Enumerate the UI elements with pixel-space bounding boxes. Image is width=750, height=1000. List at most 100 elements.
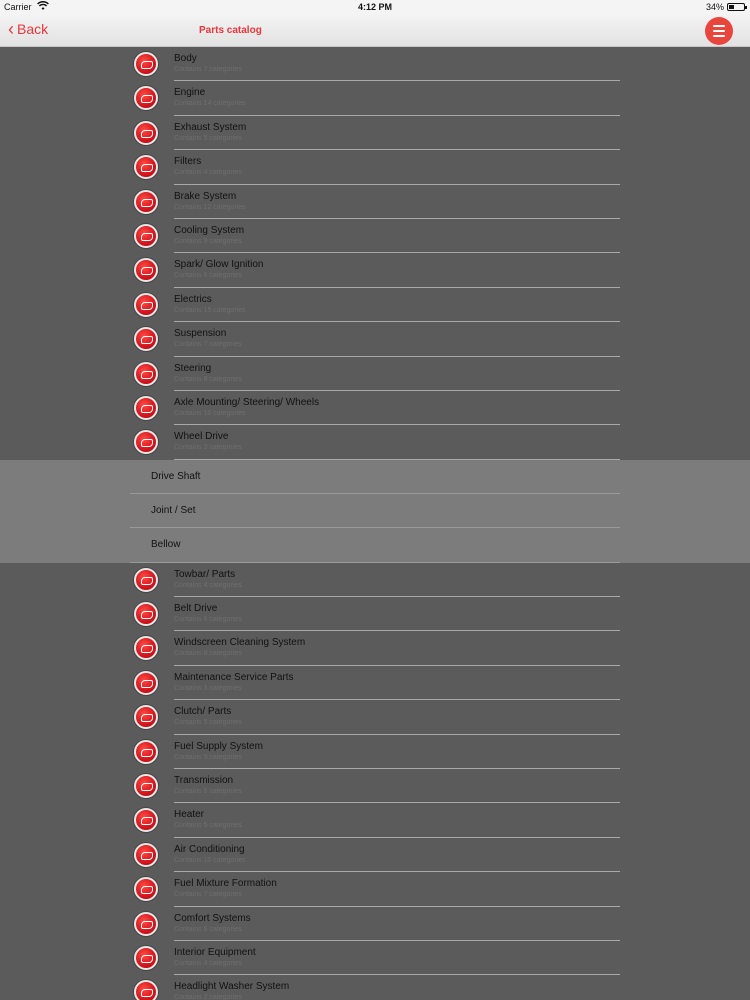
category-title: Windscreen Cleaning System bbox=[174, 637, 306, 649]
category-icon bbox=[134, 877, 158, 902]
category-icon bbox=[134, 430, 158, 455]
category-icon bbox=[134, 189, 158, 214]
category-icon bbox=[134, 223, 158, 248]
category-subtitle: Contains 7 categories bbox=[174, 341, 242, 349]
category-icon bbox=[134, 705, 158, 730]
category-icon bbox=[134, 774, 158, 799]
category-title: Clutch/ Parts bbox=[174, 706, 232, 718]
category-subtitle: Contains 6 categories bbox=[174, 788, 242, 796]
category-subtitle: Contains 3 categories bbox=[174, 444, 242, 452]
category-title: Maintenance Service Parts bbox=[174, 671, 294, 683]
category-title: Suspension bbox=[174, 328, 227, 340]
category-subtitle: Contains 8 categories bbox=[174, 375, 242, 383]
category-row[interactable]: Electrics Contains 15 categories bbox=[0, 288, 750, 323]
category-row[interactable]: Axle Mounting/ Steering/ Wheels Contains … bbox=[0, 391, 750, 426]
category-row[interactable]: Belt Drive Contains 6 categories bbox=[0, 597, 750, 632]
page-title: Parts catalog bbox=[199, 25, 262, 36]
category-row[interactable]: Air Conditioning Contains 10 categories bbox=[0, 838, 750, 873]
category-row[interactable]: Windscreen Cleaning System Contains 8 cat… bbox=[0, 631, 750, 666]
category-subtitle: Contains 9 categories bbox=[174, 237, 242, 245]
category-subtitle: Contains 6 categories bbox=[174, 272, 242, 280]
subcategory-title: Bellow bbox=[151, 539, 181, 551]
status-time: 4:12 PM bbox=[357, 2, 392, 12]
category-subtitle: Contains 2 categories bbox=[174, 994, 242, 1000]
category-subtitle: Contains 7 categories bbox=[174, 66, 242, 73]
category-row[interactable]: Towbar/ Parts Contains 4 categories bbox=[0, 563, 750, 598]
category-title: Headlight Washer System bbox=[174, 981, 290, 993]
status-bar: Carrier 4:12 PM 34% bbox=[0, 0, 750, 14]
category-row[interactable]: Spark/ Glow Ignition Contains 6 categorie… bbox=[0, 253, 750, 288]
category-title: Comfort Systems bbox=[174, 912, 251, 924]
category-icon bbox=[134, 636, 158, 661]
category-row[interactable]: Brake System Contains 12 categories bbox=[0, 185, 750, 219]
category-subtitle: Contains 5 categories bbox=[174, 822, 242, 830]
category-icon bbox=[134, 395, 158, 420]
category-row[interactable]: Interior Equipment Contains 4 categories bbox=[0, 941, 750, 976]
category-row[interactable]: Comfort Systems Contains 6 categories bbox=[0, 907, 750, 941]
category-title: Axle Mounting/ Steering/ Wheels bbox=[174, 396, 320, 408]
menu-button[interactable] bbox=[705, 17, 733, 45]
category-icon bbox=[134, 670, 158, 695]
category-icon bbox=[134, 292, 158, 317]
category-icon bbox=[134, 86, 158, 111]
category-row[interactable]: Fuel Mixture Formation Contains 7 categor… bbox=[0, 872, 750, 907]
category-row[interactable]: Fuel Supply System Contains 9 categories bbox=[0, 735, 750, 770]
category-icon bbox=[134, 567, 158, 592]
category-row[interactable]: Suspension Contains 7 categories bbox=[0, 322, 750, 357]
subcategory-row[interactable]: Joint / Set bbox=[0, 494, 750, 529]
category-subtitle: Contains 6 categories bbox=[174, 616, 242, 624]
category-row[interactable]: Filters Contains 4 categories bbox=[0, 150, 750, 185]
category-subtitle: Contains 5 categories bbox=[174, 134, 242, 142]
category-icon bbox=[134, 808, 158, 833]
category-row[interactable]: Cooling System Contains 9 categories bbox=[0, 219, 750, 254]
hamburger-icon bbox=[713, 25, 725, 27]
category-title: Exhaust System bbox=[174, 121, 247, 133]
category-row[interactable]: Wheel Drive Contains 3 categories bbox=[0, 425, 750, 460]
category-icon bbox=[134, 911, 158, 936]
category-icon bbox=[134, 361, 158, 386]
category-title: Spark/ Glow Ignition bbox=[174, 259, 264, 271]
back-button[interactable]: ‹ Back bbox=[8, 19, 49, 39]
category-row[interactable]: Transmission Contains 6 categories bbox=[0, 769, 750, 804]
subcategory-row[interactable]: Drive Shaft bbox=[0, 460, 750, 495]
category-title: Filters bbox=[174, 156, 202, 168]
category-title: Fuel Mixture Formation bbox=[174, 878, 277, 890]
category-subtitle: Contains 14 categories bbox=[174, 100, 246, 108]
category-subtitle: Contains 7 categories bbox=[174, 891, 242, 899]
subcategory-row[interactable]: Bellow bbox=[0, 528, 750, 563]
category-row[interactable]: Maintenance Service Parts Contains 3 cate… bbox=[0, 666, 750, 701]
category-title: Air Conditioning bbox=[174, 843, 245, 855]
category-title: Steering bbox=[174, 362, 212, 374]
chevron-left-icon: ‹ bbox=[8, 19, 14, 39]
navigation-bar: ‹ Back Parts catalog bbox=[0, 14, 750, 47]
category-subtitle: Contains 6 categories bbox=[174, 925, 242, 933]
category-icon bbox=[134, 258, 158, 283]
category-row[interactable]: Engine Contains 14 categories bbox=[0, 81, 750, 116]
category-row[interactable]: Clutch/ Parts Contains 5 categories bbox=[0, 700, 750, 735]
category-icon bbox=[134, 52, 158, 76]
category-subtitle: Contains 9 categories bbox=[174, 753, 242, 761]
category-row[interactable]: Headlight Washer System Contains 2 catego… bbox=[0, 975, 750, 1000]
category-icon bbox=[134, 155, 158, 180]
category-row[interactable]: Body Contains 7 categories bbox=[0, 47, 750, 82]
category-icon bbox=[134, 739, 158, 764]
category-title: Electrics bbox=[174, 293, 212, 305]
category-icon bbox=[134, 327, 158, 352]
category-list: Body Contains 7 categories Engine Contains … bbox=[0, 47, 750, 1000]
category-row[interactable]: Steering Contains 8 categories bbox=[0, 357, 750, 391]
category-subtitle: Contains 4 categories bbox=[174, 581, 242, 589]
category-title: Fuel Supply System bbox=[174, 740, 263, 752]
category-row[interactable]: Exhaust System Contains 5 categories bbox=[0, 116, 750, 151]
category-icon bbox=[134, 842, 158, 867]
category-title: Belt Drive bbox=[174, 603, 218, 615]
battery-icon bbox=[727, 3, 747, 11]
category-icon bbox=[134, 120, 158, 145]
category-icon bbox=[134, 945, 158, 970]
category-subtitle: Contains 12 categories bbox=[174, 203, 246, 211]
category-subtitle: Contains 10 categories bbox=[174, 409, 246, 417]
back-button-label: Back bbox=[17, 21, 49, 37]
category-row[interactable]: Heater Contains 5 categories bbox=[0, 803, 750, 838]
category-subtitle: Contains 15 categories bbox=[174, 306, 246, 314]
category-subtitle: Contains 4 categories bbox=[174, 169, 242, 177]
subcategory-title: Drive Shaft bbox=[151, 470, 201, 482]
